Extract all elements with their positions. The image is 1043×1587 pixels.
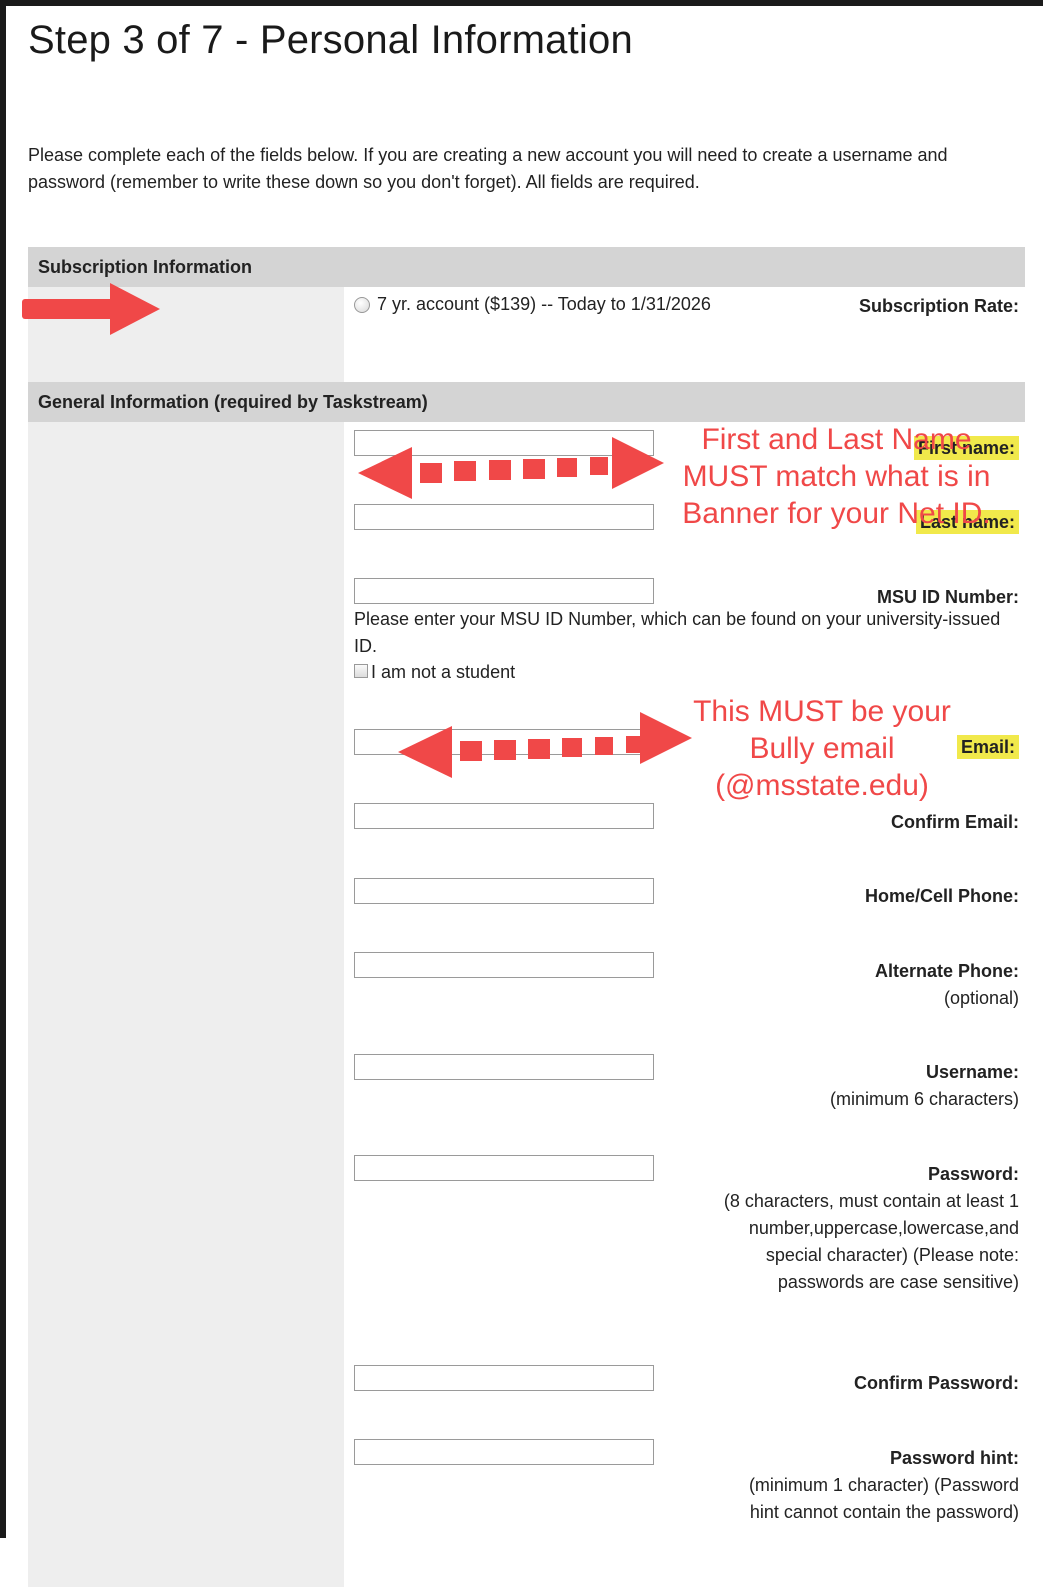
name-double-arrow-icon [358,437,664,499]
subscription-arrow-icon [22,283,160,335]
email-double-arrow-icon [398,712,692,778]
name-annotation: First and Last Name MUST match what is i… [682,423,991,530]
email-annotation: This MUST be your Bully email (@msstate.… [693,695,951,802]
